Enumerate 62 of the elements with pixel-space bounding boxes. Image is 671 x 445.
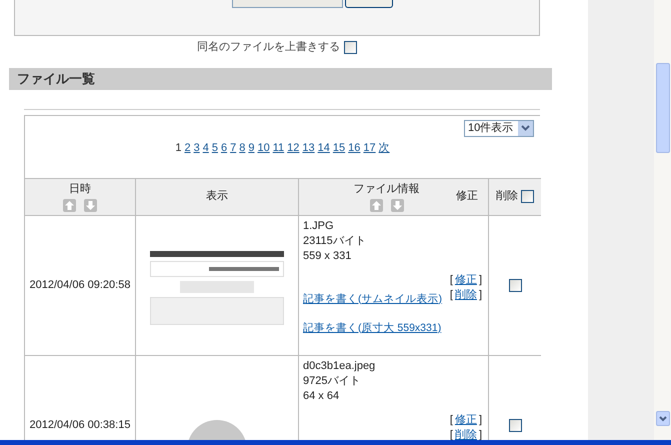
scrollbar-track[interactable] [654, 0, 671, 440]
current-page-number: 1 [175, 140, 182, 156]
bracket: [ [450, 428, 453, 440]
preview-header: 表示 [206, 189, 228, 204]
sort-up-icon[interactable] [63, 198, 76, 212]
page-link[interactable]: 10 [257, 140, 270, 156]
row-delete-checkbox[interactable] [508, 278, 522, 292]
file-info-header: ファイル情報 [354, 182, 420, 198]
browse-button[interactable] [344, 0, 392, 8]
file-name: 1.JPG [303, 218, 335, 234]
chevron-down-icon [658, 416, 666, 422]
write-article-link[interactable]: 記事を書く(サムネイル表示) [303, 292, 450, 306]
scrollbar-thumb[interactable] [656, 63, 670, 153]
section-header: ファイル一覧 [9, 68, 552, 90]
edit-link[interactable]: 修正 [454, 272, 477, 288]
row-delete-checkbox[interactable] [508, 418, 522, 432]
select-all-checkbox[interactable] [521, 190, 534, 203]
bracket: ] [478, 428, 482, 440]
page-link[interactable]: 3 [194, 140, 200, 156]
page-link[interactable]: 4 [202, 140, 209, 156]
page-link[interactable]: 8 [239, 140, 246, 156]
page-link[interactable]: 6 [220, 140, 228, 156]
sort-down-icon[interactable] [84, 198, 97, 212]
page-link[interactable]: 11 [272, 140, 284, 156]
image-dimensions: 559 x 331 [303, 248, 352, 264]
bracket: [ [450, 412, 453, 428]
overwrite-checkbox[interactable] [344, 40, 357, 54]
delete-link[interactable]: 削除 [454, 288, 477, 302]
edit-link[interactable]: 修正 [454, 412, 477, 428]
page-link[interactable]: 15 [332, 140, 346, 156]
sort-down-icon[interactable] [390, 198, 404, 212]
bracket: [ [450, 288, 453, 302]
delete-header: 削除 [496, 189, 518, 204]
page-link[interactable]: 17 [363, 140, 376, 156]
page-link[interactable]: 2 [184, 140, 191, 156]
date-cell-text: 2012/04/06 00:38:15 [30, 418, 130, 433]
page-link[interactable]: 7 [230, 140, 236, 156]
file-path-field[interactable] [232, 0, 342, 8]
overwrite-label: 同名のファイルを上書きする [197, 40, 340, 55]
page-link[interactable]: 14 [318, 140, 330, 156]
bracket: ] [478, 288, 482, 302]
write-article-link[interactable]: 記事を書く(原寸大 559x331) [303, 320, 450, 336]
per-page-select[interactable]: 10件表示 [464, 120, 534, 136]
page-link[interactable]: 16 [348, 140, 360, 156]
page-link[interactable]: 12 [287, 140, 300, 156]
date-cell-text: 2012/04/06 09:20:58 [30, 278, 130, 293]
sort-up-icon[interactable] [370, 198, 382, 212]
file-size: 9725バイト [303, 374, 362, 388]
delete-link[interactable]: 削除 [454, 428, 477, 440]
file-name: d0c3b1ea.jpeg [303, 358, 376, 374]
page-link[interactable]: 13 [302, 140, 315, 156]
page-link[interactable]: 次 [378, 140, 390, 156]
bracket: ] [478, 272, 482, 288]
date-header: 日時 [69, 182, 91, 198]
page-link[interactable]: 5 [212, 140, 218, 156]
edit-header: 修正 [456, 189, 479, 204]
scroll-down-button[interactable] [656, 411, 670, 426]
bracket: [ [450, 272, 453, 288]
image-dimensions: 64 x 64 [303, 388, 340, 404]
bracket: ] [478, 412, 482, 428]
page-link[interactable]: 9 [248, 140, 254, 156]
file-size: 23115バイト [303, 234, 367, 248]
